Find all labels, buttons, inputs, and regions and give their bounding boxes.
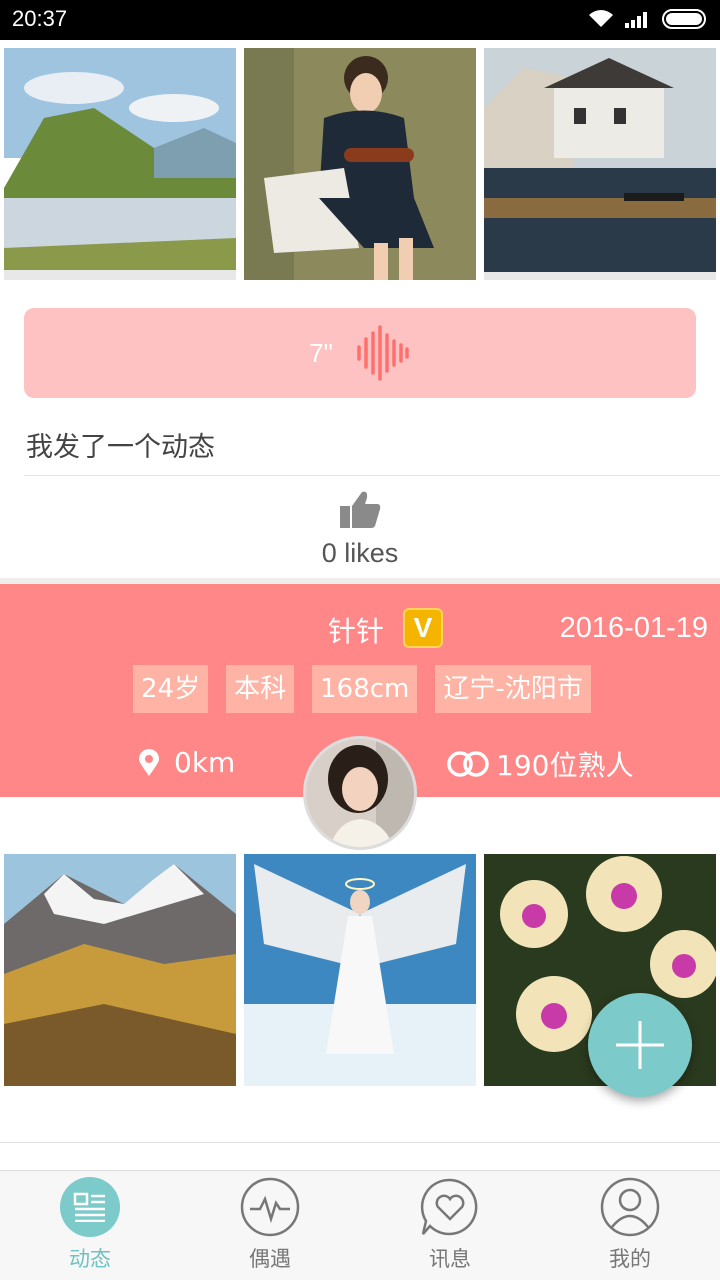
status-icons: [588, 8, 710, 30]
distance: 0km: [138, 746, 235, 779]
bottom-tab-bar: 动态 偶遇 讯息 我的: [0, 1170, 720, 1280]
distance-value: 0km: [174, 746, 236, 779]
tab-messages[interactable]: 讯息: [390, 1177, 510, 1273]
status-time: 20:37: [12, 6, 68, 31]
photo-mountain[interactable]: [4, 854, 236, 1086]
wifi-icon: [589, 10, 613, 27]
photo-water-town-painting[interactable]: [484, 48, 716, 280]
news-icon: [60, 1177, 120, 1237]
tab-label: 动态: [69, 1247, 111, 1271]
tab-me[interactable]: 我的: [570, 1177, 690, 1273]
plus-icon: [616, 1021, 664, 1069]
post-text: 我发了一个动态: [26, 432, 215, 463]
photo-violinist-painting[interactable]: [244, 48, 476, 280]
sound-wave-icon: [357, 325, 409, 381]
photo-landscape-painting[interactable]: [4, 48, 236, 280]
post-photo-grid: [0, 48, 720, 282]
tab-label: 偶遇: [249, 1247, 291, 1271]
thumbs-up-icon[interactable]: [338, 488, 382, 530]
post-date: 2016-01-19: [559, 612, 708, 644]
divider: [0, 1142, 720, 1143]
likes-count: 0 likes: [321, 538, 399, 568]
add-post-button[interactable]: [588, 993, 692, 1097]
tab-label: 讯息: [429, 1247, 471, 1271]
acquaintances-count: 190位熟人: [496, 749, 634, 782]
heart-chat-icon: [420, 1177, 480, 1237]
tab-feed[interactable]: 动态: [30, 1177, 150, 1273]
tab-label: 我的: [609, 1247, 651, 1271]
voice-duration: 7": [309, 337, 333, 368]
user-icon: [600, 1177, 660, 1237]
user-tags: 24岁 本科 168cm 辽宁-沈阳市: [133, 665, 591, 713]
link-rings-icon: [447, 751, 489, 777]
signal-icon: [625, 12, 647, 28]
battery-icon: [662, 9, 706, 29]
like-area[interactable]: 0 likes: [0, 488, 720, 569]
status-bar: 20:37: [0, 0, 720, 40]
tab-encounter[interactable]: 偶遇: [210, 1177, 330, 1273]
tag-location: 辽宁-沈阳市: [435, 665, 591, 713]
tag-education: 本科: [226, 665, 295, 713]
location-pin-icon: [139, 748, 159, 776]
verified-badge: V: [403, 608, 443, 648]
divider: [24, 475, 720, 476]
voice-message-player[interactable]: 7": [24, 308, 696, 398]
avatar[interactable]: [303, 736, 417, 850]
tag-height: 168cm: [312, 665, 418, 713]
photo-angel[interactable]: [244, 854, 476, 1086]
acquaintances: 190位熟人: [446, 744, 633, 784]
tag-age: 24岁: [133, 665, 209, 713]
user-name: 针针: [328, 615, 385, 648]
pulse-icon: [240, 1177, 300, 1237]
